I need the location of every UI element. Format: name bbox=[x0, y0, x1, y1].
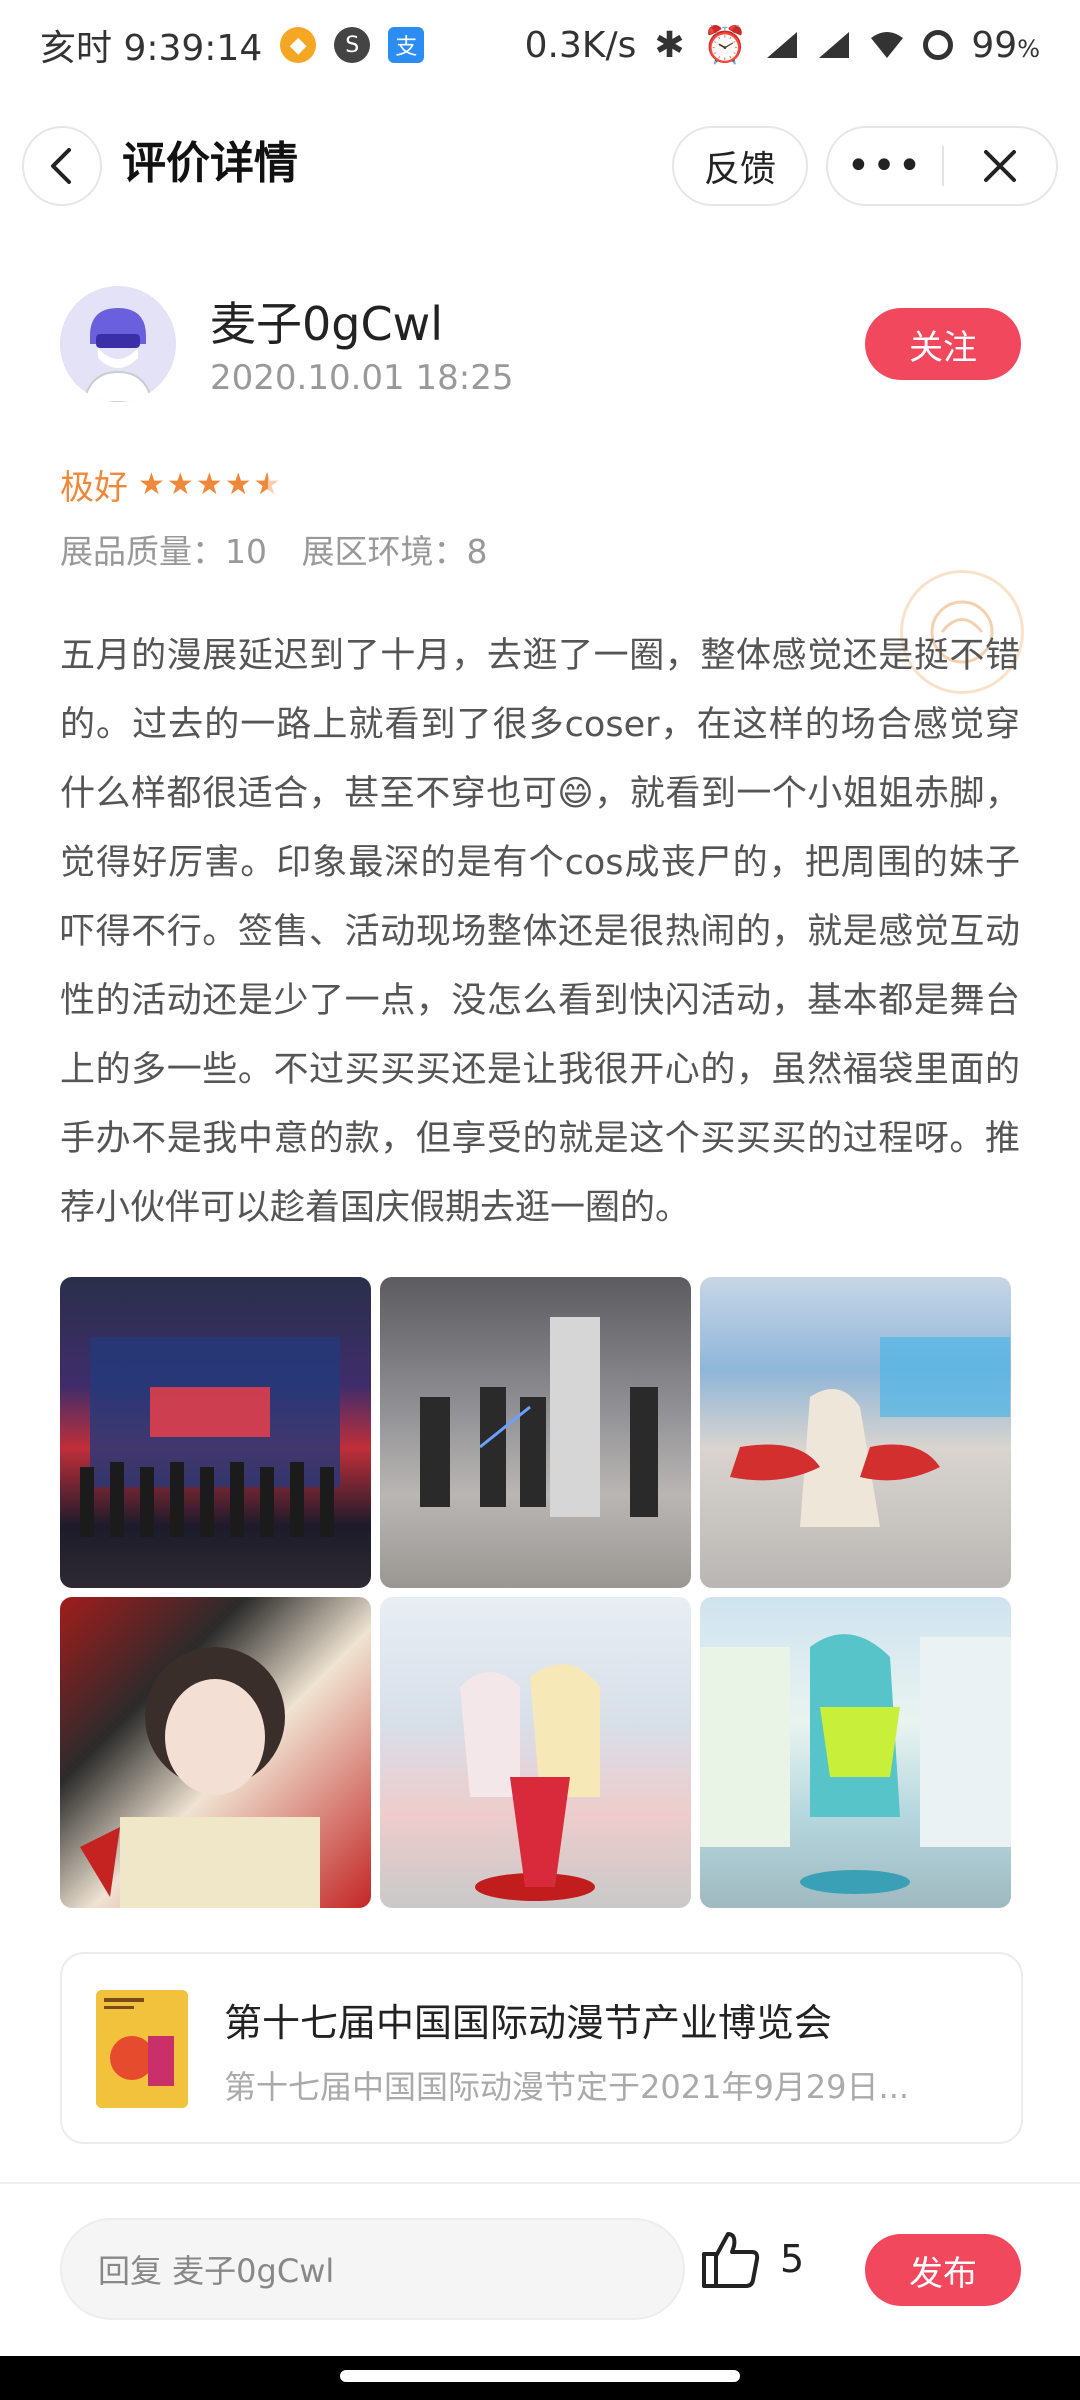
status-time: 亥时 9:39:14 bbox=[40, 28, 263, 69]
status-bar: 亥时 9:39:14 ◆ S 支 0.3K/s ✱ ⏰ 99% bbox=[0, 0, 1080, 90]
event-card[interactable]: 第十七届中国国际动漫节产业博览会 第十七届中国国际动漫节定于2021年9月29日… bbox=[60, 1952, 1023, 2144]
star-icon: ★ bbox=[138, 467, 165, 502]
sf-express-icon: S bbox=[334, 27, 371, 63]
thumbs-up-icon bbox=[702, 2232, 760, 2288]
divider bbox=[0, 2182, 1080, 2184]
feedback-button[interactable]: 反馈 bbox=[672, 126, 808, 206]
figure-photo-image bbox=[700, 1634, 1011, 1894]
alipay-icon: 支 bbox=[388, 27, 425, 63]
header: 评价详情 反馈 ••• bbox=[0, 120, 1080, 210]
status-left: 亥时 9:39:14 ◆ S 支 bbox=[40, 19, 425, 71]
review-text: 五月的漫展延迟到了十月，去逛了一圈，整体感觉还是挺不错的。过去的一路上就看到了很… bbox=[60, 636, 1020, 1228]
event-title: 第十七届中国国际动漫节产业博览会 bbox=[224, 2001, 833, 2045]
review-photo[interactable] bbox=[700, 1277, 1011, 1588]
bluetooth-icon: ✱ bbox=[654, 24, 685, 66]
hall-photo-image bbox=[730, 1337, 1010, 1527]
review-photo[interactable] bbox=[60, 1597, 371, 1908]
home-indicator[interactable] bbox=[340, 2370, 740, 2382]
post-time: 2020.10.01 18:25 bbox=[210, 358, 514, 398]
mini-program-capsule: ••• bbox=[826, 126, 1058, 206]
wifi-icon bbox=[871, 32, 904, 58]
battery-level: 99% bbox=[971, 24, 1040, 66]
rating-row: 极好 ★ ★ ★ ★ ★ ★ bbox=[60, 460, 281, 509]
cosplay-photo-image bbox=[420, 1317, 658, 1517]
app-notification-icon: ◆ bbox=[280, 27, 317, 63]
quality-score: 展品质量：10 bbox=[60, 532, 267, 571]
photo-grid bbox=[60, 1277, 1012, 1908]
battery-icon bbox=[923, 30, 954, 60]
rating-label: 极好 bbox=[60, 468, 128, 508]
avatar-image bbox=[60, 286, 176, 402]
like-button[interactable]: 5 bbox=[700, 2228, 804, 2290]
page-title: 评价详情 bbox=[122, 138, 298, 189]
star-icon: ★ bbox=[195, 467, 223, 502]
avatar[interactable] bbox=[60, 286, 176, 402]
star-icon: ★ bbox=[224, 467, 252, 502]
event-thumbnail bbox=[96, 1990, 188, 2108]
selfie-photo-image bbox=[80, 1647, 320, 1908]
more-button[interactable]: ••• bbox=[828, 128, 942, 204]
status-right: 0.3K/s ✱ ⏰ 99% bbox=[524, 24, 1040, 67]
stage-photo-image bbox=[80, 1337, 340, 1537]
chevron-left-icon bbox=[51, 148, 71, 184]
figure-photo-image bbox=[460, 1664, 600, 1901]
half-star-icon: ★ ★ bbox=[253, 467, 281, 502]
sub-scores: 展品质量：10 展区环境：8 bbox=[60, 525, 512, 573]
event-description: 第十七届中国国际动漫节定于2021年9月29日... bbox=[224, 2068, 910, 2106]
event-poster-image bbox=[96, 1990, 188, 2108]
publish-button[interactable]: 发布 bbox=[865, 2234, 1021, 2306]
star-rating: ★ ★ ★ ★ ★ ★ bbox=[138, 467, 281, 502]
back-button[interactable] bbox=[22, 126, 102, 206]
signal-icon-2 bbox=[819, 32, 850, 58]
review-photo[interactable] bbox=[380, 1597, 691, 1908]
signal-icon-1 bbox=[767, 32, 798, 58]
star-icon: ★ bbox=[166, 467, 194, 502]
environment-score: 展区环境：8 bbox=[301, 532, 488, 571]
alarm-icon: ⏰ bbox=[702, 25, 748, 66]
like-count: 5 bbox=[780, 2237, 805, 2281]
review-photo[interactable] bbox=[380, 1277, 691, 1588]
network-speed: 0.3K/s bbox=[524, 24, 637, 66]
review-photo[interactable] bbox=[60, 1277, 371, 1588]
follow-button[interactable]: 关注 bbox=[865, 308, 1021, 380]
close-button[interactable] bbox=[944, 128, 1056, 204]
username[interactable]: 麦子0gCwl bbox=[210, 288, 443, 354]
close-icon bbox=[984, 150, 1016, 182]
review-photo[interactable] bbox=[700, 1597, 1011, 1908]
reply-input[interactable]: 回复 麦子0gCwl bbox=[60, 2218, 685, 2320]
